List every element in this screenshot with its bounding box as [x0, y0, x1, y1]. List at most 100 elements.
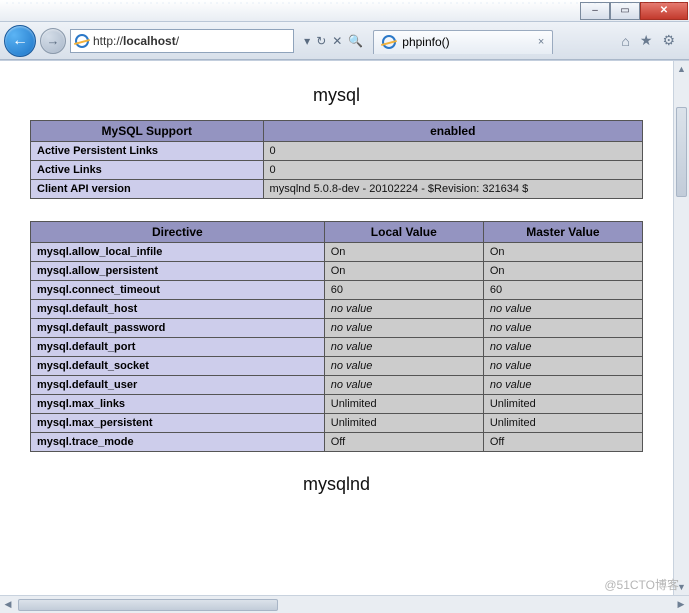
th-local-value: Local Value: [324, 222, 483, 243]
local-value: no value: [324, 376, 483, 395]
mysql-directives-table: Directive Local Value Master Value mysql…: [30, 221, 643, 452]
ie-icon: [75, 34, 89, 48]
directive-name: mysql.connect_timeout: [31, 281, 325, 300]
back-button[interactable]: ←: [4, 25, 36, 57]
local-value: Unlimited: [324, 414, 483, 433]
local-value: On: [324, 262, 483, 281]
table-row: mysql.allow_persistentOnOn: [31, 262, 643, 281]
th-enabled: enabled: [263, 121, 642, 142]
th-master-value: Master Value: [483, 222, 642, 243]
maximize-button[interactable]: ▭: [610, 2, 640, 20]
refresh-icon[interactable]: ↻: [316, 34, 326, 48]
th-mysql-support: MySQL Support: [31, 121, 264, 142]
table-row: mysql.max_persistentUnlimitedUnlimited: [31, 414, 643, 433]
search-icon[interactable]: 🔍: [348, 34, 363, 48]
table-row: mysql.default_hostno valueno value: [31, 300, 643, 319]
section-heading-mysqlnd: mysqlnd: [30, 474, 643, 495]
watermark-text: @51CTO博客: [604, 576, 679, 593]
url-scheme: http://: [93, 34, 123, 48]
directive-name: mysql.default_socket: [31, 357, 325, 376]
favorites-icon[interactable]: ★: [640, 32, 653, 49]
section-heading-mysql: mysql: [30, 85, 643, 106]
tab-title: phpinfo(): [402, 35, 449, 49]
settings-gear-icon[interactable]: ⚙: [662, 32, 675, 49]
master-value: On: [483, 262, 642, 281]
tab-phpinfo[interactable]: phpinfo() ×: [373, 30, 553, 54]
directive-name: mysql.allow_local_infile: [31, 243, 325, 262]
url-path: /: [176, 34, 179, 48]
scroll-right-icon[interactable]: ▶: [673, 597, 689, 613]
scroll-left-icon[interactable]: ◀: [0, 597, 16, 613]
scroll-up-icon[interactable]: ▲: [674, 61, 689, 77]
address-actions: ▾ ↻ ✕ 🔍: [298, 34, 369, 48]
master-value: On: [483, 243, 642, 262]
table-row: Client API versionmysqlnd 5.0.8-dev - 20…: [31, 180, 643, 199]
table-row: mysql.default_portno valueno value: [31, 338, 643, 357]
directive-name: mysql.max_links: [31, 395, 325, 414]
table-row: mysql.default_passwordno valueno value: [31, 319, 643, 338]
table-row: mysql.max_linksUnlimitedUnlimited: [31, 395, 643, 414]
vertical-scrollbar[interactable]: ▲ ▼: [673, 61, 689, 595]
table-row: mysql.trace_modeOffOff: [31, 433, 643, 452]
minimize-button[interactable]: –: [580, 2, 610, 20]
table-row: mysql.connect_timeout6060: [31, 281, 643, 300]
th-directive: Directive: [31, 222, 325, 243]
close-button[interactable]: ✕: [640, 2, 688, 20]
master-value: Unlimited: [483, 414, 642, 433]
local-value: no value: [324, 357, 483, 376]
local-value: 60: [324, 281, 483, 300]
directive-name: Client API version: [31, 180, 264, 199]
stop-icon[interactable]: ✕: [332, 34, 342, 48]
forward-button[interactable]: →: [40, 28, 66, 54]
local-value: On: [324, 243, 483, 262]
url-dropdown-icon[interactable]: ▾: [304, 34, 310, 48]
master-value: no value: [483, 338, 642, 357]
table-header-row: MySQL Support enabled: [31, 121, 643, 142]
browser-toolbar: ← → http://localhost/ ▾ ↻ ✕ 🔍 phpinfo() …: [0, 22, 689, 60]
table-row: Active Persistent Links0: [31, 142, 643, 161]
master-value: no value: [483, 376, 642, 395]
home-icon[interactable]: ⌂: [621, 33, 629, 49]
local-value: Unlimited: [324, 395, 483, 414]
phpinfo-page: mysql MySQL Support enabled Active Persi…: [0, 61, 673, 595]
directive-name: Active Persistent Links: [31, 142, 264, 161]
directive-name: mysql.default_user: [31, 376, 325, 395]
master-value: no value: [483, 357, 642, 376]
directive-name: Active Links: [31, 161, 264, 180]
scroll-thumb[interactable]: [676, 107, 687, 197]
window-titlebar: – ▭ ✕: [0, 0, 689, 22]
table-header-row: Directive Local Value Master Value: [31, 222, 643, 243]
master-value: Off: [483, 433, 642, 452]
tab-favicon-icon: [382, 35, 396, 49]
table-row: mysql.allow_local_infileOnOn: [31, 243, 643, 262]
local-value: no value: [324, 338, 483, 357]
directive-value: 0: [263, 142, 642, 161]
table-row: mysql.default_userno valueno value: [31, 376, 643, 395]
directive-value: 0: [263, 161, 642, 180]
local-value: no value: [324, 300, 483, 319]
horizontal-scrollbar[interactable]: ◀ ▶: [0, 595, 689, 613]
master-value: 60: [483, 281, 642, 300]
master-value: no value: [483, 319, 642, 338]
tab-strip: phpinfo() ×: [373, 28, 607, 54]
tab-close-icon[interactable]: ×: [538, 36, 544, 48]
directive-name: mysql.allow_persistent: [31, 262, 325, 281]
directive-value: mysqlnd 5.0.8-dev - 20102224 - $Revision…: [263, 180, 642, 199]
mysql-support-table: MySQL Support enabled Active Persistent …: [30, 120, 643, 199]
url-host: localhost: [123, 34, 176, 48]
directive-name: mysql.default_host: [31, 300, 325, 319]
titlebar-decoration: [4, 2, 685, 4]
scroll-track[interactable]: [674, 77, 689, 579]
master-value: no value: [483, 300, 642, 319]
table-row: Active Links0: [31, 161, 643, 180]
directive-name: mysql.default_port: [31, 338, 325, 357]
directive-name: mysql.default_password: [31, 319, 325, 338]
local-value: no value: [324, 319, 483, 338]
chrome-actions: ⌂ ★ ⚙: [611, 32, 685, 49]
content-viewport: mysql MySQL Support enabled Active Persi…: [0, 60, 689, 595]
address-bar[interactable]: http://localhost/: [70, 29, 294, 53]
table-row: mysql.default_socketno valueno value: [31, 357, 643, 376]
local-value: Off: [324, 433, 483, 452]
master-value: Unlimited: [483, 395, 642, 414]
hscroll-thumb[interactable]: [18, 599, 278, 611]
